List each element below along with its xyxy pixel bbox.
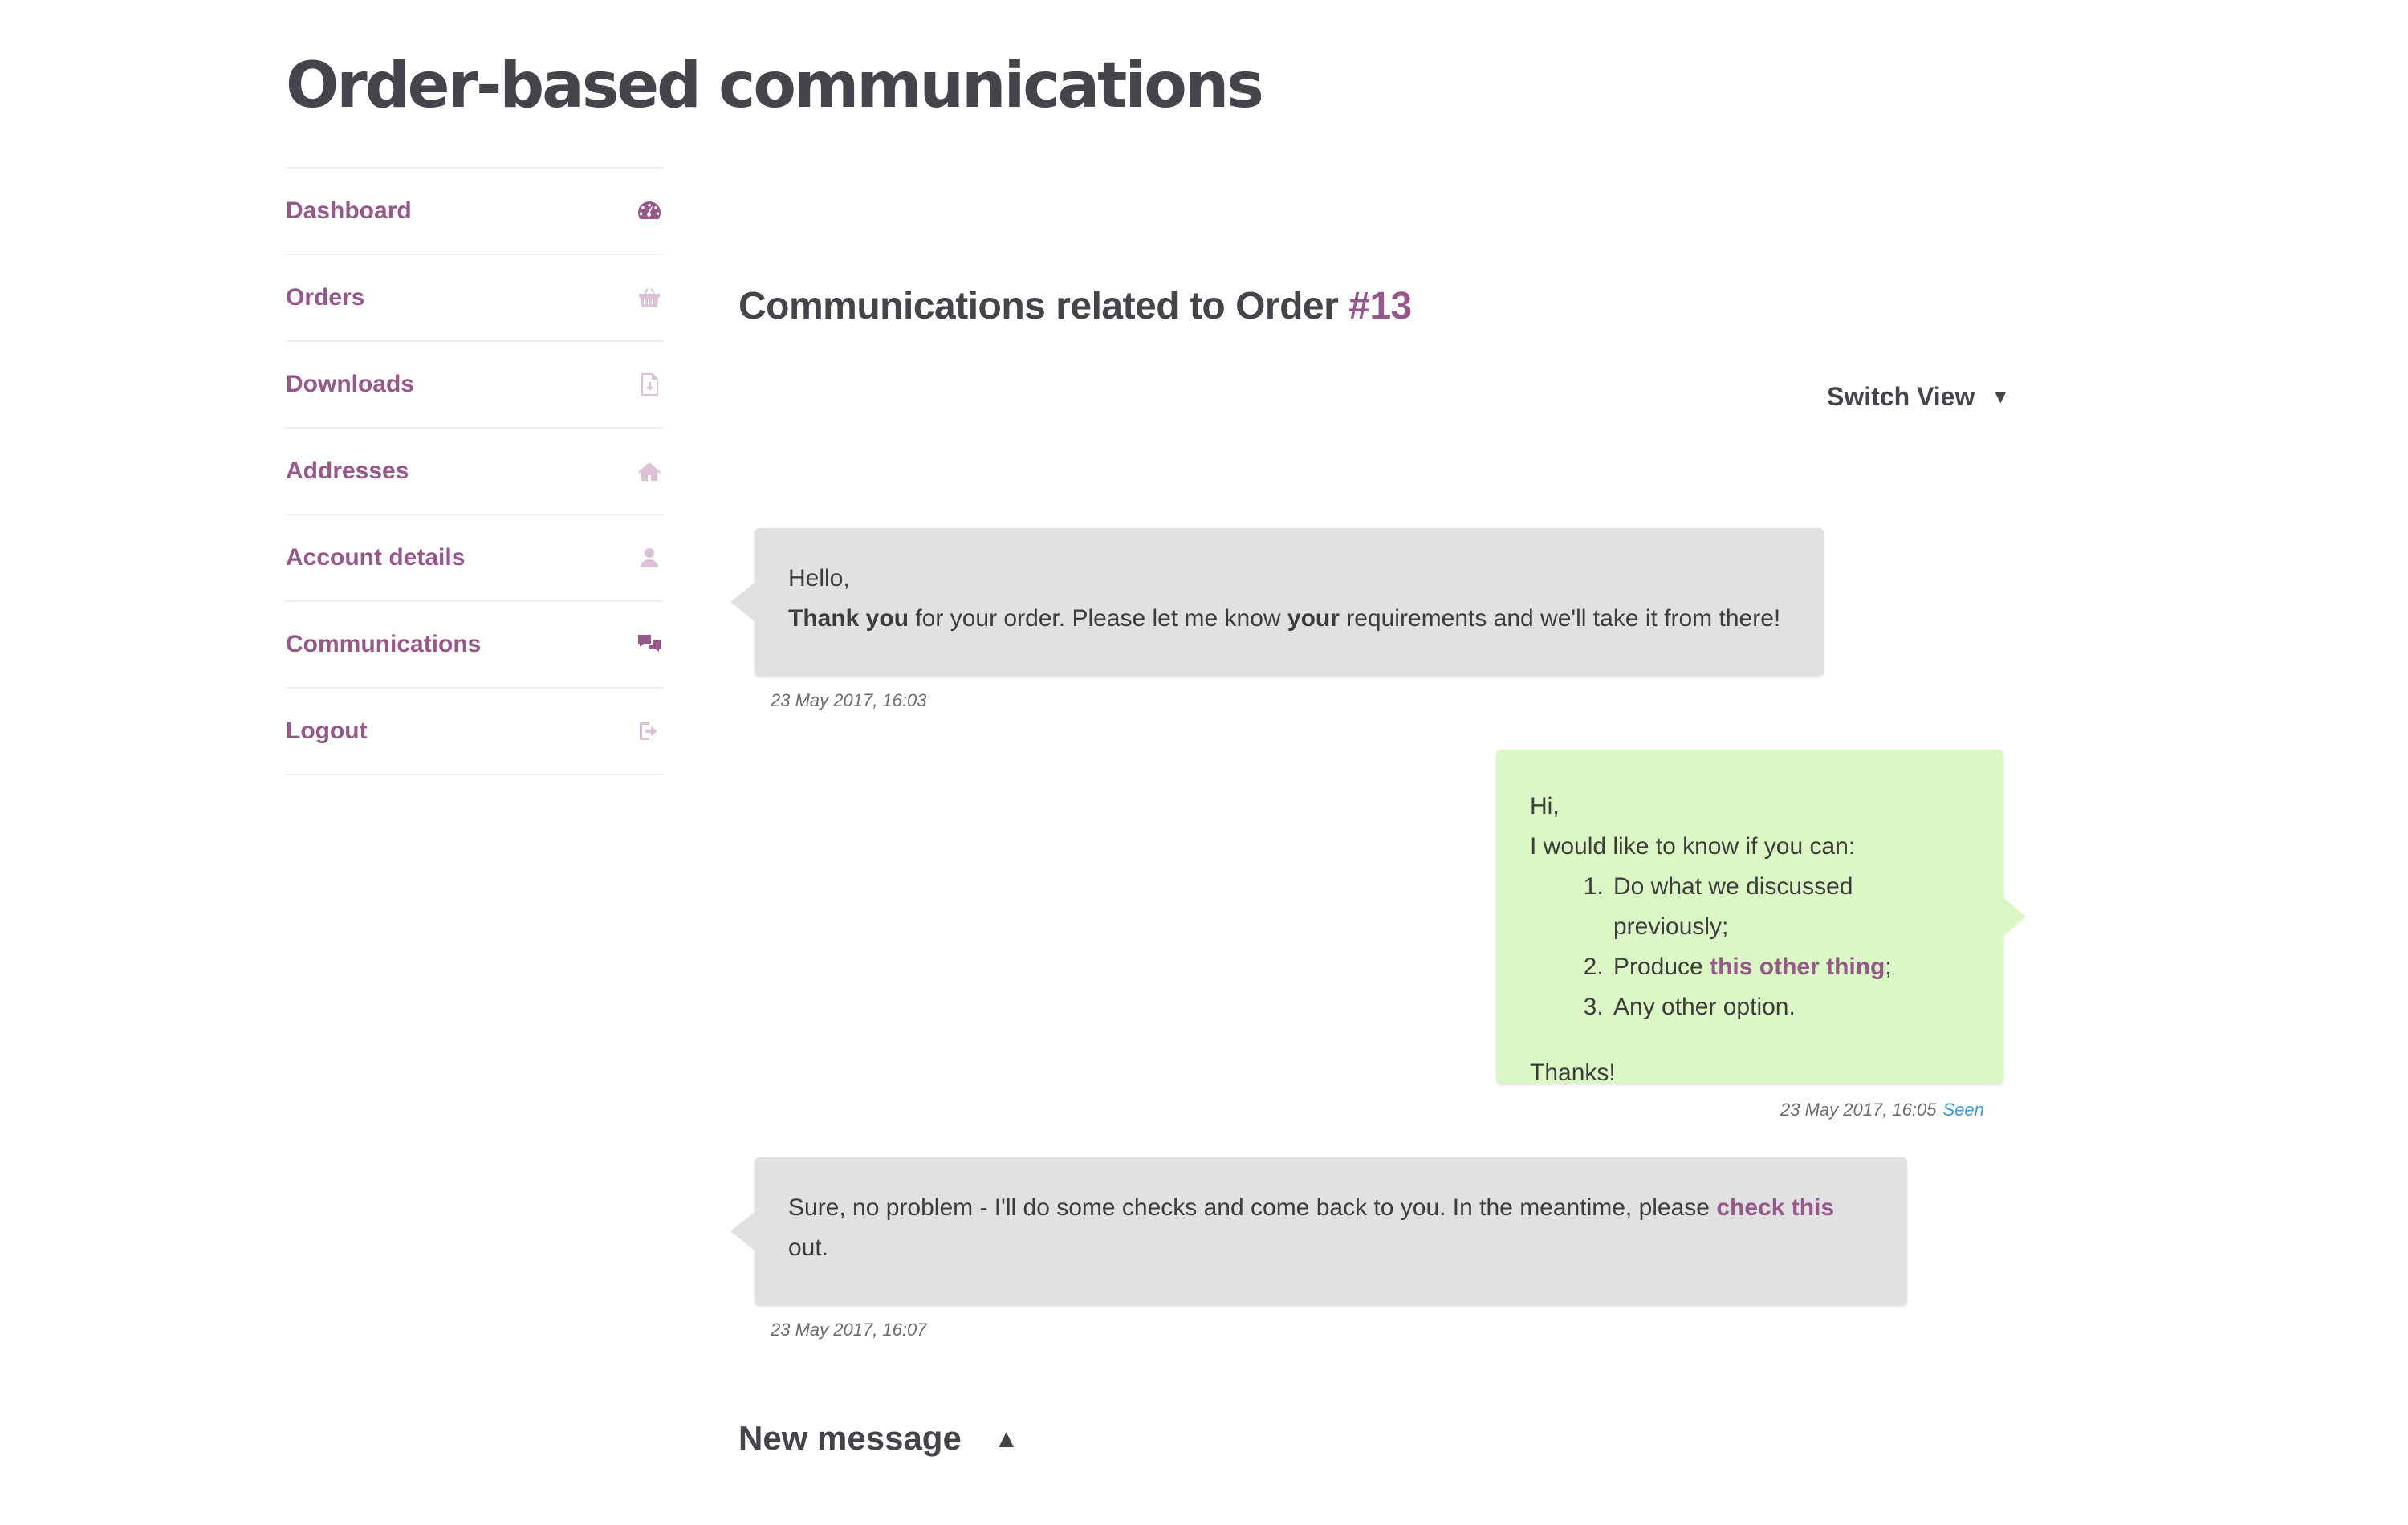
user-icon — [636, 544, 663, 571]
sidebar-item-label: Communications — [286, 631, 482, 657]
sidebar-item-label: Account details — [286, 544, 466, 571]
sign-out-icon — [636, 718, 663, 745]
list-item: Do what we discussed previously; — [1610, 867, 1970, 947]
page-title: Order-based communications — [286, 50, 1264, 122]
message-list: Do what we discussed previously; Produce… — [1530, 867, 1970, 1027]
message-bubble-sent: Hi, I would like to know if you can: Do … — [1496, 750, 2026, 1086]
message-greeting: Hi, — [1530, 793, 1560, 819]
message-bold-text: Thank you — [788, 605, 909, 632]
message-bubble-received: Hello, Thank you for your order. Please … — [730, 528, 1824, 676]
sidebar-item-logout[interactable]: Logout — [286, 689, 663, 775]
sidebar-item-account-details[interactable]: Account details — [286, 515, 663, 602]
order-number-link[interactable]: #13 — [1348, 285, 1412, 327]
message-text: for your order. Please let me know — [909, 605, 1287, 632]
caret-down-icon: ▼ — [1991, 385, 2011, 408]
message-link[interactable]: check this — [1716, 1194, 1834, 1221]
message-bold-text: your — [1287, 605, 1340, 632]
message-bubble-received: Sure, no problem - I'll do some checks a… — [730, 1157, 1907, 1305]
sidebar-item-label: Addresses — [286, 458, 409, 484]
file-download-icon — [636, 371, 663, 398]
message-timestamp: 23 May 2017, 16:07 — [771, 1320, 927, 1340]
sidebar-item-addresses[interactable]: Addresses — [286, 429, 663, 515]
home-icon — [636, 458, 663, 485]
message-timestamp: 23 May 2017, 16:05 — [1780, 1100, 1937, 1120]
switch-view-label: Switch View — [1827, 382, 1975, 411]
switch-view-toggle[interactable]: Switch View ▼ — [1827, 382, 2010, 412]
section-title-text: Communications related to Order — [738, 285, 1349, 327]
list-item-text: ; — [1885, 954, 1892, 980]
message-intro: I would like to know if you can: — [1530, 833, 1856, 860]
message-line: Thank you for your order. Please let me … — [788, 599, 1790, 639]
message-greeting: Hello, — [788, 565, 850, 592]
list-item: Produce this other thing; — [1610, 947, 1970, 987]
caret-up-icon: ▲ — [993, 1423, 1019, 1453]
chat-bubbles-icon — [636, 631, 663, 658]
new-message-toggle[interactable]: New message ▲ — [738, 1419, 1019, 1458]
message-closing: Thanks! — [1530, 1059, 1616, 1086]
sidebar-item-label: Orders — [286, 284, 365, 311]
message-text: Sure, no problem - I'll do some checks a… — [788, 1194, 1717, 1221]
sidebar-item-orders[interactable]: Orders — [286, 255, 663, 342]
message-text: out. — [788, 1234, 829, 1261]
new-message-label: New message — [738, 1419, 962, 1457]
list-item-text: Produce — [1613, 954, 1710, 980]
message-link[interactable]: this other thing — [1710, 954, 1885, 980]
sidebar-item-dashboard[interactable]: Dashboard — [286, 169, 663, 255]
sidebar-item-label: Downloads — [286, 371, 415, 397]
sidebar-item-label: Logout — [286, 718, 368, 744]
account-navigation: Dashboard Orders Downloads Addresses Acc… — [286, 167, 663, 775]
basket-icon — [636, 284, 663, 311]
message-text: requirements and we'll take it from ther… — [1339, 605, 1781, 632]
sidebar-item-communications[interactable]: Communications — [286, 602, 663, 689]
section-title: Communications related to Order #13 — [738, 284, 1412, 328]
seen-status: Seen — [1942, 1100, 1984, 1120]
sidebar-item-label: Dashboard — [286, 197, 412, 224]
list-item: Any other option. — [1610, 987, 1970, 1027]
message-meta: 23 May 2017, 16:05 Seen — [1780, 1100, 1984, 1120]
dashboard-icon — [636, 197, 663, 225]
message-timestamp: 23 May 2017, 16:03 — [771, 690, 927, 710]
sidebar-item-downloads[interactable]: Downloads — [286, 342, 663, 429]
